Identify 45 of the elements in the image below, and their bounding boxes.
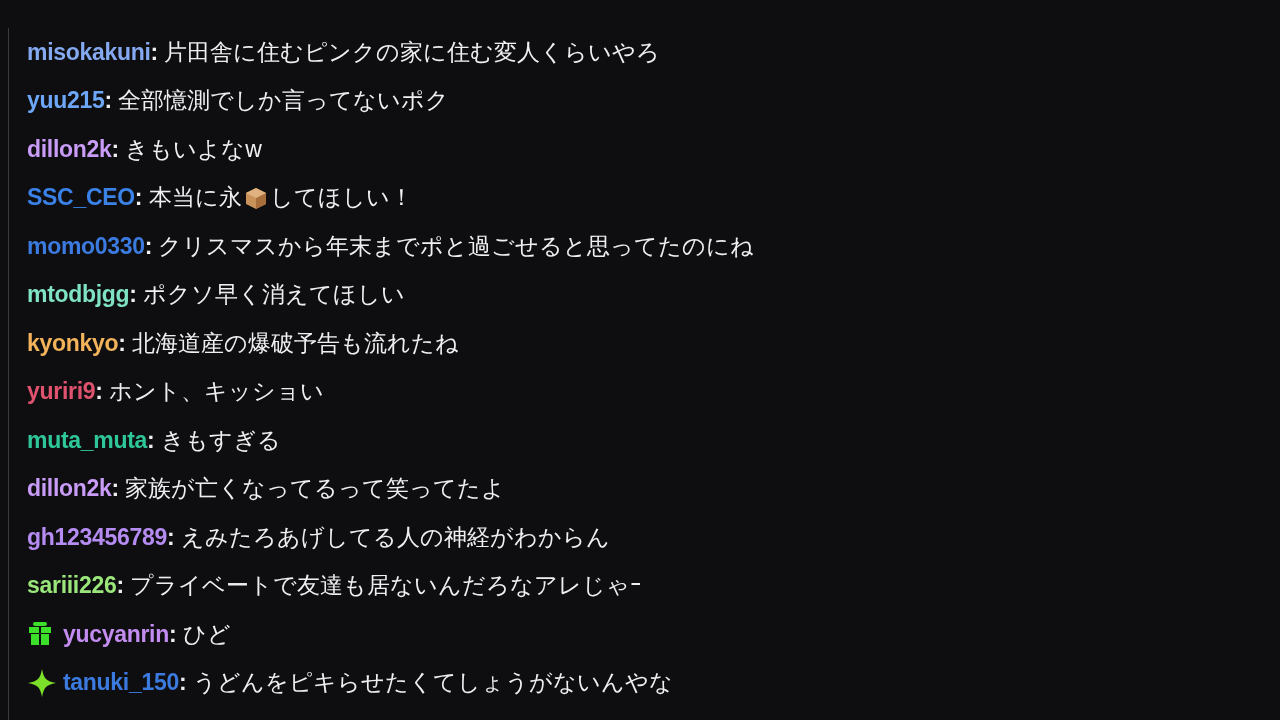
message-text: ポクソ早く消えてほしい xyxy=(143,280,406,310)
username[interactable]: sariii226 xyxy=(27,572,117,600)
message-text: プライベートで友達も居ないんだろなアレじゃｰ xyxy=(130,571,643,601)
username[interactable]: misokakuni xyxy=(27,38,151,66)
message-text: 片田舎に住むピンクの家に住む変人くらいやろ xyxy=(164,37,661,67)
username[interactable]: dillon2k xyxy=(27,135,112,163)
username[interactable]: tanuki_150 xyxy=(63,669,179,697)
colon: : xyxy=(150,38,159,66)
colon: : xyxy=(134,184,143,212)
gift-icon xyxy=(27,621,53,648)
colon: : xyxy=(168,620,177,648)
username[interactable]: dillon2k xyxy=(27,475,112,503)
colon: : xyxy=(147,426,155,454)
username[interactable]: yuriri9 xyxy=(27,378,96,406)
message-text: 本当に永 xyxy=(148,183,242,213)
username[interactable]: SSC_CEO xyxy=(27,184,135,212)
username[interactable]: muta_muta xyxy=(27,426,147,454)
username[interactable]: momo0330 xyxy=(27,232,145,260)
username[interactable]: gh123456789 xyxy=(27,523,167,551)
message-text: ひど xyxy=(182,619,231,649)
message-text: 北海道産の爆破予告も流れたね xyxy=(131,328,459,358)
message-text: ホント、キッショい xyxy=(108,377,324,407)
username[interactable]: mtodbjgg xyxy=(27,281,130,309)
message-text: きもいよなw xyxy=(125,134,262,164)
colon: : xyxy=(144,232,153,260)
message-text: 全部憶測でしか言ってないポク xyxy=(118,86,450,116)
message-text: してほしい！ xyxy=(269,183,413,213)
colon: : xyxy=(116,572,125,600)
colon: : xyxy=(104,87,113,115)
message-text: きもすぎる xyxy=(160,425,281,455)
message-text: クリスマスから年末までポと過ごせると思ってたのにね xyxy=(158,231,755,261)
message-text: えみたろあげしてる人の神経がわからん xyxy=(180,522,610,552)
colon: : xyxy=(118,329,126,357)
username[interactable]: yucyanrin xyxy=(63,620,169,648)
package-icon xyxy=(243,185,268,210)
username[interactable]: kyonkyo xyxy=(27,329,119,357)
colon: : xyxy=(111,475,120,503)
colon: : xyxy=(166,523,175,551)
message-text: うどんをピキらせたくてしょうがないんやな xyxy=(192,668,673,698)
colon: : xyxy=(95,378,103,406)
colon: : xyxy=(129,281,138,309)
colon: : xyxy=(111,135,120,163)
username[interactable]: yuu215 xyxy=(27,87,105,115)
message-text: 家族が亡くなってるって笑ってたよ xyxy=(125,474,506,504)
colon: : xyxy=(178,669,187,697)
